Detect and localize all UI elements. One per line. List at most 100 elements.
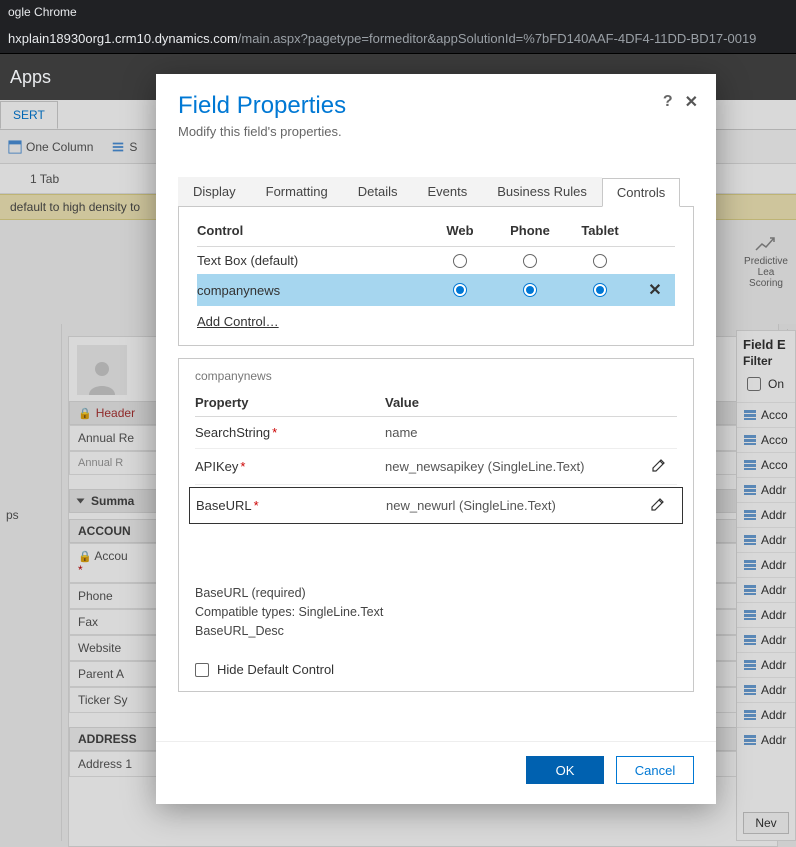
field-item-label: Addr — [761, 733, 786, 747]
value-header: Value — [385, 395, 641, 410]
field-item[interactable]: Addr — [737, 577, 795, 602]
dialog-footer: OK Cancel — [156, 741, 716, 804]
field-item[interactable]: Acco — [737, 402, 795, 427]
field-item[interactable]: Addr — [737, 502, 795, 527]
section-label: S — [129, 140, 137, 154]
required-star: * — [78, 563, 83, 577]
header-section-label: Header — [96, 406, 135, 420]
address-section-label: ADDRESS — [78, 732, 137, 746]
dialog-tab-formatting[interactable]: Formatting — [251, 177, 343, 206]
left-gutter: ps — [0, 324, 62, 841]
field-item[interactable]: Addr — [737, 677, 795, 702]
field-item-label: Addr — [761, 533, 786, 547]
ribbon-predictive[interactable]: Predictive Lea Scoring — [736, 234, 796, 288]
desc-line-1: BaseURL (required) — [195, 584, 677, 603]
dialog-tab-business-rules[interactable]: Business Rules — [482, 177, 602, 206]
tablet-radio[interactable] — [593, 283, 607, 297]
field-item-label: Addr — [761, 483, 786, 497]
field-item-label: Addr — [761, 658, 786, 672]
field-properties-dialog: Field Properties Modify this field's pro… — [156, 74, 716, 804]
field-item-label: Acco — [761, 433, 788, 447]
twist-icon — [77, 499, 85, 504]
property-row-searchstring[interactable]: SearchString*name — [195, 417, 677, 449]
properties-header-row: Property Value — [195, 383, 677, 417]
one-column-label: One Column — [26, 140, 93, 154]
new-field-button[interactable]: Nev — [743, 812, 789, 834]
lock-icon: 🔒 — [78, 551, 92, 563]
field-explorer-panel: Field E Filter On Acco Acco Acco Addr Addr Ad… — [736, 330, 796, 841]
field-item[interactable]: Addr — [737, 477, 795, 502]
dialog-subtitle: Modify this field's properties. — [178, 124, 694, 139]
account-section-label: ACCOUN — [78, 524, 131, 538]
property-description: BaseURL (required) Compatible types: Sin… — [195, 584, 677, 640]
field-item[interactable]: Addr — [737, 627, 795, 652]
add-control-link[interactable]: Add Control… — [197, 314, 675, 329]
controls-panel: Control Web Phone Tablet Text Box (defau… — [178, 207, 694, 346]
hide-default-row[interactable]: Hide Default Control — [195, 662, 677, 677]
field-item[interactable]: Addr — [737, 552, 795, 577]
address-bar[interactable]: hxplain18930org1.crm10.dynamics.com/main… — [0, 24, 796, 54]
property-name: BaseURL* — [196, 498, 386, 513]
web-radio[interactable] — [453, 283, 467, 297]
dialog-tab-events[interactable]: Events — [413, 177, 483, 206]
field-item-label: Addr — [761, 508, 786, 522]
dialog-tab-controls[interactable]: Controls — [602, 178, 680, 207]
dialog-tab-display[interactable]: Display — [178, 177, 251, 206]
control-row-companynews[interactable]: companynews ✕ — [197, 274, 675, 306]
property-row-baseurl[interactable]: BaseURL*new_newurl (SingleLine.Text) — [189, 487, 683, 524]
chart-up-icon — [754, 234, 778, 254]
browser-titlebar: ogle Chrome — [0, 0, 796, 24]
hide-default-checkbox[interactable] — [195, 663, 209, 677]
browser-title: ogle Chrome — [8, 5, 77, 19]
phone-radio[interactable] — [523, 283, 537, 297]
control-label: Text Box (default) — [197, 253, 425, 268]
control-properties-panel: companynews Property Value SearchString*… — [178, 358, 694, 692]
property-header: Property — [195, 395, 385, 410]
field-item-label: Acco — [761, 458, 788, 472]
field-item[interactable]: Addr — [737, 527, 795, 552]
control-row-text-box-default-[interactable]: Text Box (default) — [197, 247, 675, 274]
property-value: new_newurl (SingleLine.Text) — [386, 498, 640, 513]
only-label: On — [768, 377, 784, 391]
field-item-label: Addr — [761, 633, 786, 647]
filter-label: Filter — [737, 354, 795, 374]
field-list: Acco Acco Acco Addr Addr Addr Addr Addr Addr Addr… — [737, 402, 795, 752]
field-item-label: Addr — [761, 583, 786, 597]
only-checkbox-row[interactable]: On — [737, 374, 795, 402]
url-host: hxplain18930org1.crm10.dynamics.com — [8, 31, 238, 46]
remove-control-button[interactable]: ✕ — [635, 280, 675, 300]
field-item[interactable]: Acco — [737, 427, 795, 452]
field-item[interactable]: Addr — [737, 652, 795, 677]
property-value: new_newsapikey (SingleLine.Text) — [385, 459, 641, 474]
property-row-apikey[interactable]: APIKey*new_newsapikey (SingleLine.Text) — [195, 449, 677, 485]
control-label: companynews — [197, 283, 425, 298]
field-item[interactable]: Acco — [737, 452, 795, 477]
ribbon-one-column[interactable]: One Column — [8, 140, 93, 154]
edit-property-button[interactable] — [640, 496, 676, 515]
hide-default-label: Hide Default Control — [217, 662, 334, 677]
account-field-label: Accou — [94, 549, 127, 563]
field-item[interactable]: Addr — [737, 702, 795, 727]
left-gutter-tab[interactable]: ps — [0, 504, 61, 526]
dialog-tab-details[interactable]: Details — [343, 177, 413, 206]
predictive-label: Predictive Lea Scoring — [744, 256, 788, 289]
edit-property-button[interactable] — [641, 457, 677, 476]
apps-label: Apps — [10, 67, 51, 88]
field-item-label: Acco — [761, 408, 788, 422]
cancel-button[interactable]: Cancel — [616, 756, 694, 784]
close-button[interactable]: ✕ — [685, 92, 698, 112]
field-item[interactable]: Addr — [737, 602, 795, 627]
avatar-placeholder — [77, 345, 127, 395]
tablet-radio[interactable] — [593, 254, 607, 268]
field-item-label: Addr — [761, 683, 786, 697]
phone-radio[interactable] — [523, 254, 537, 268]
ribbon-tab-insert[interactable]: SERT — [0, 101, 58, 129]
field-explorer-title: Field E — [737, 331, 795, 354]
desc-line-2: Compatible types: SingleLine.Text — [195, 603, 677, 622]
only-checkbox[interactable] — [747, 377, 761, 391]
web-radio[interactable] — [453, 254, 467, 268]
field-item[interactable]: Addr — [737, 727, 795, 752]
ok-button[interactable]: OK — [526, 756, 604, 784]
ribbon-section[interactable]: S — [111, 140, 137, 154]
help-button[interactable]: ? — [663, 93, 673, 111]
